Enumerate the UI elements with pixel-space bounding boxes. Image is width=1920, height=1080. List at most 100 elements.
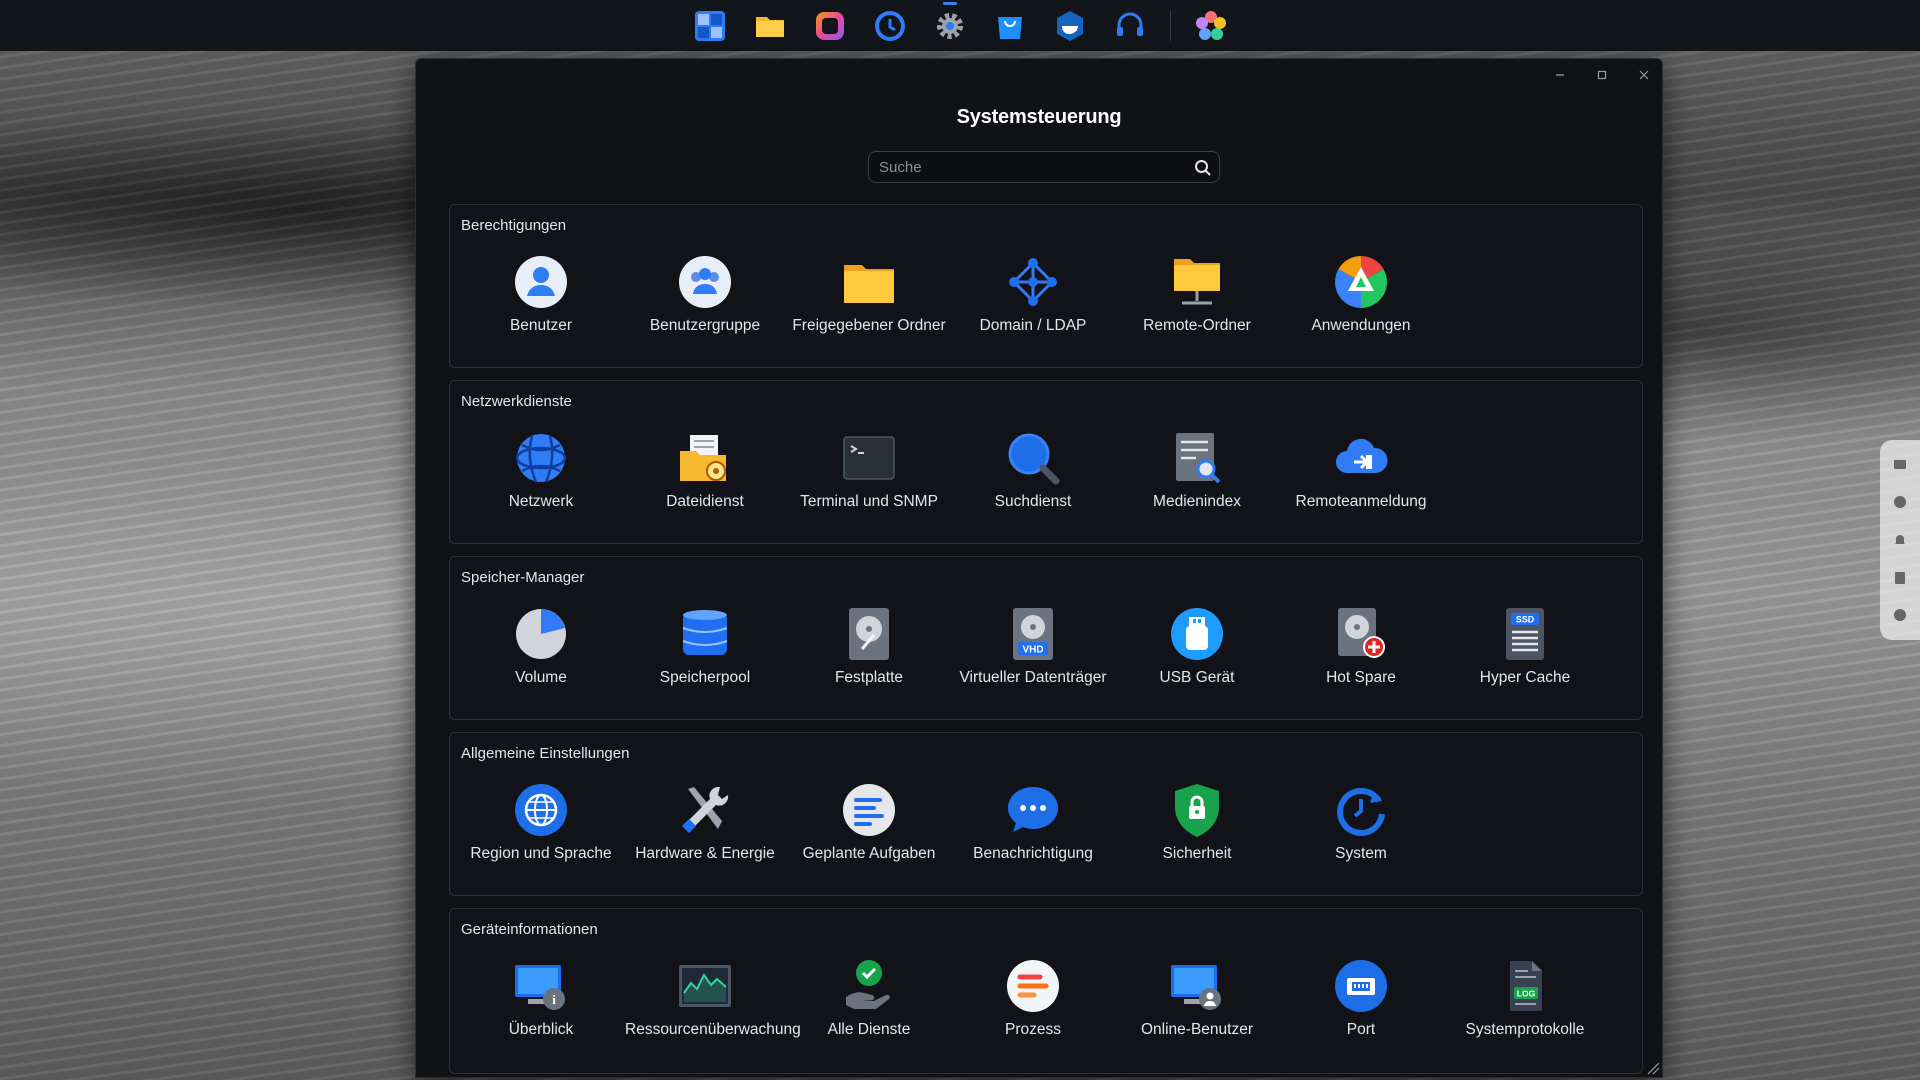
port-icon — [1332, 957, 1390, 1015]
item-terminal-snmp[interactable]: Terminal und SNMP — [787, 429, 951, 511]
file-station-icon[interactable] — [750, 6, 790, 46]
main-menu-icon[interactable] — [690, 6, 730, 46]
item-label: Suchdienst — [994, 493, 1072, 510]
widgets-icon[interactable] — [1892, 457, 1908, 473]
system-log-icon: LOG — [1496, 957, 1554, 1015]
item-label: Remote-Ordner — [1143, 317, 1251, 334]
support-headset-icon[interactable] — [1110, 6, 1150, 46]
section-allgemeine-einstellungen: Allgemeine Einstellungen Region und Spra… — [449, 732, 1643, 896]
window-title: Systemsteuerung — [956, 106, 1122, 128]
item-label: USB Gerät — [1159, 669, 1235, 686]
online-users-icon — [1168, 957, 1226, 1015]
section-netzwerkdienste: Netzwerkdienste Netzwerk Dateidienst Ter… — [449, 380, 1643, 544]
notification-chat-icon — [1004, 781, 1062, 839]
item-system[interactable]: System — [1279, 781, 1443, 863]
item-virtueller-datentraeger[interactable]: VHD Virtueller Datenträger — [951, 605, 1115, 687]
hot-spare-icon — [1332, 605, 1390, 663]
taskbar — [0, 0, 1920, 51]
item-label: Benutzergruppe — [649, 317, 761, 334]
all-services-icon — [840, 957, 898, 1015]
item-label: Domain / LDAP — [979, 317, 1087, 334]
control-panel-icon[interactable] — [930, 1, 970, 46]
resize-handle-icon[interactable] — [1646, 1061, 1660, 1075]
maximize-icon[interactable] — [1594, 67, 1610, 83]
item-sicherheit[interactable]: Sicherheit — [1115, 781, 1279, 863]
item-label: Benutzer — [509, 317, 573, 334]
item-ressourcenueberwachung[interactable]: Ressourcenüberwachung — [623, 957, 801, 1039]
item-suchdienst[interactable]: Suchdienst — [951, 429, 1115, 511]
media-index-icon — [1168, 429, 1226, 487]
item-label: Dateidienst — [666, 493, 744, 510]
docker-icon[interactable] — [1050, 6, 1090, 46]
system-clock-icon — [1332, 781, 1390, 839]
item-port[interactable]: Port — [1279, 957, 1443, 1039]
item-label: Medienindex — [1153, 493, 1241, 510]
overview-monitor-icon: i — [512, 957, 570, 1015]
section-title: Speicher-Manager — [461, 569, 585, 586]
search-input[interactable] — [869, 152, 1169, 182]
svg-text:i: i — [552, 992, 556, 1007]
storage-pool-icon — [676, 605, 734, 663]
item-label: System — [1335, 845, 1387, 862]
help-icon[interactable] — [1892, 607, 1908, 623]
item-systemprotokolle[interactable]: LOG Systemprotokolle — [1443, 957, 1607, 1039]
chat-icon[interactable] — [1892, 494, 1908, 510]
photos-flower-icon[interactable] — [1191, 6, 1231, 46]
close-icon[interactable] — [1636, 67, 1652, 83]
item-hyper-cache[interactable]: SSD Hyper Cache — [1443, 605, 1607, 687]
photo-app-icon[interactable] — [810, 6, 850, 46]
item-online-benutzer[interactable]: Online-Benutzer — [1115, 957, 1279, 1039]
item-label: Virtueller Datenträger — [959, 669, 1107, 686]
item-netzwerk[interactable]: Netzwerk — [459, 429, 623, 511]
scheduled-tasks-icon — [840, 781, 898, 839]
network-globe-icon — [512, 429, 570, 487]
item-freigegebener-ordner[interactable]: Freigegebener Ordner — [787, 253, 951, 335]
item-domain-ldap[interactable]: Domain / LDAP — [951, 253, 1115, 335]
resource-monitor-icon — [676, 957, 734, 1015]
item-label: Speicherpool — [659, 669, 751, 686]
item-ueberblick[interactable]: i Überblick — [459, 957, 623, 1039]
item-region-sprache[interactable]: Region und Sprache — [459, 781, 623, 863]
item-remoteanmeldung[interactable]: Remoteanmeldung — [1279, 429, 1443, 511]
item-benutzergruppe[interactable]: Benutzergruppe — [623, 253, 787, 335]
item-label: Hot Spare — [1326, 669, 1396, 686]
item-volume[interactable]: Volume — [459, 605, 623, 687]
item-anwendungen[interactable]: Anwendungen — [1279, 253, 1443, 335]
control-panel-window: Systemsteuerung Berechtigungen Benutzer … — [415, 58, 1663, 1078]
item-label: Remoteanmeldung — [1295, 493, 1427, 510]
taskbar-separator — [1169, 10, 1171, 41]
item-benutzer[interactable]: Benutzer — [459, 253, 623, 335]
item-festplatte[interactable]: Festplatte — [787, 605, 951, 687]
applications-icon — [1332, 253, 1390, 311]
vhd-badge: VHD — [1022, 645, 1043, 656]
item-usb-geraet[interactable]: USB Gerät — [1115, 605, 1279, 687]
minimize-icon[interactable] — [1552, 67, 1568, 83]
item-dateidienst[interactable]: Dateidienst — [623, 429, 787, 511]
user-group-icon — [676, 253, 734, 311]
search-icon[interactable] — [1193, 158, 1213, 178]
item-label: Online-Benutzer — [1140, 1021, 1253, 1038]
item-label: Region und Sprache — [470, 845, 612, 862]
item-hardware-energie[interactable]: Hardware & Energie — [623, 781, 787, 863]
item-alle-dienste[interactable]: Alle Dienste — [787, 957, 951, 1039]
item-remote-ordner[interactable]: Remote-Ordner — [1115, 253, 1279, 335]
item-prozess[interactable]: Prozess — [951, 957, 1115, 1039]
app-center-icon[interactable] — [990, 6, 1030, 46]
ssd-cache-icon: SSD — [1496, 605, 1554, 663]
item-label: Anwendungen — [1311, 317, 1411, 334]
section-title: Netzwerkdienste — [461, 393, 572, 410]
terminal-icon — [840, 429, 898, 487]
backup-clock-icon[interactable] — [870, 6, 910, 46]
item-label: Hyper Cache — [1479, 669, 1571, 686]
item-medienindex[interactable]: Medienindex — [1115, 429, 1279, 511]
item-speicherpool[interactable]: Speicherpool — [623, 605, 787, 687]
item-geplante-aufgaben[interactable]: Geplante Aufgaben — [787, 781, 951, 863]
usb-device-icon — [1168, 605, 1226, 663]
bell-icon[interactable] — [1892, 532, 1908, 548]
log-badge: LOG — [1517, 989, 1536, 999]
task-monitor-icon[interactable] — [1892, 570, 1908, 586]
item-benachrichtigung[interactable]: Benachrichtigung — [951, 781, 1115, 863]
domain-ldap-icon — [1004, 253, 1062, 311]
item-hot-spare[interactable]: Hot Spare — [1279, 605, 1443, 687]
section-title: Geräteinformationen — [461, 921, 598, 938]
